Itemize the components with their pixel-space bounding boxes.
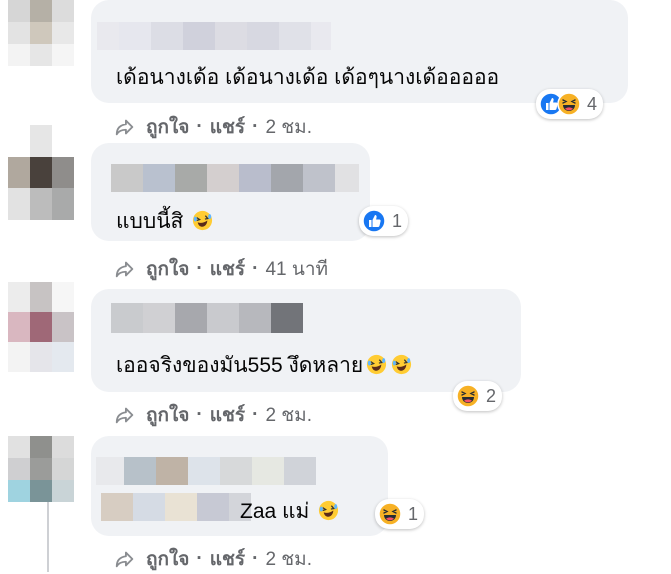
separator: ·: [252, 258, 259, 279]
comment-text: Zaa แม่: [240, 495, 340, 528]
laughing-emoji-icon: [193, 210, 213, 231]
avatar[interactable]: [8, 436, 74, 502]
share-link[interactable]: แชร์: [210, 112, 245, 142]
share-link[interactable]: แชร์: [210, 400, 245, 430]
haha-reaction-icon: [456, 384, 480, 408]
share-icon: [115, 551, 134, 568]
comment-text: แบบนี้สิ: [116, 205, 214, 238]
author-name[interactable]: [111, 164, 359, 192]
comment-bubble: แบบนี้สิ: [91, 143, 370, 241]
separator: ·: [196, 404, 203, 425]
comment-actions: ถูกใจ · แชร์ · 2 ชม.: [114, 544, 312, 574]
avatar[interactable]: [8, 125, 74, 220]
separator: ·: [252, 404, 259, 425]
comment-actions: ถูกใจ · แชร์ · 41 นาที: [114, 254, 328, 284]
laughing-emoji-icon: [319, 500, 339, 521]
author-name[interactable]: [96, 457, 316, 485]
like-link[interactable]: ถูกใจ: [146, 112, 189, 142]
like-reaction-icon: [362, 209, 386, 233]
laughing-emoji-icon: [367, 354, 387, 375]
like-link[interactable]: ถูกใจ: [146, 254, 189, 284]
separator: ·: [196, 258, 203, 279]
reaction-summary[interactable]: 1: [375, 499, 425, 529]
separator: ·: [252, 548, 259, 569]
reaction-count: 1: [408, 503, 419, 524]
thread-line: [47, 502, 49, 572]
author-name[interactable]: [111, 303, 303, 333]
timestamp-link[interactable]: 2 ชม.: [265, 112, 312, 142]
author-name[interactable]: [97, 22, 331, 50]
laughing-emoji-icon: [392, 354, 412, 375]
timestamp-link[interactable]: 2 ชม.: [265, 400, 312, 430]
reaction-summary[interactable]: 4: [536, 89, 604, 119]
share-link[interactable]: แชร์: [210, 254, 245, 284]
separator: ·: [196, 548, 203, 569]
separator: ·: [252, 116, 259, 137]
reaction-summary[interactable]: 1: [359, 206, 409, 236]
comment-bubble: Zaa แม่: [91, 436, 388, 536]
reaction-count: 1: [392, 210, 403, 231]
comment-text: เด้อนางเด้อ เด้อนางเด้อ เด้อๆนางเด้อออออ: [116, 66, 500, 89]
separator: ·: [196, 116, 203, 137]
reaction-count: 4: [587, 93, 598, 114]
haha-reaction-icon: [378, 502, 402, 526]
timestamp-link[interactable]: 41 นาที: [265, 254, 328, 284]
like-link[interactable]: ถูกใจ: [146, 400, 189, 430]
comment-bubble: เออจริงของมัน555 งึดหลาย: [91, 289, 521, 392]
avatar[interactable]: [8, 282, 74, 372]
like-link[interactable]: ถูกใจ: [146, 544, 189, 574]
share-icon: [115, 261, 134, 278]
comment-text: เออจริงของมัน555 งึดหลาย: [116, 349, 413, 382]
share-icon: [115, 407, 134, 424]
timestamp-link[interactable]: 2 ชม.: [265, 544, 312, 574]
share-link[interactable]: แชร์: [210, 544, 245, 574]
reaction-count: 2: [486, 385, 497, 406]
avatar[interactable]: [8, 0, 74, 66]
comment-actions: ถูกใจ · แชร์ · 2 ชม.: [114, 400, 312, 430]
comment-actions: ถูกใจ · แชร์ · 2 ชม.: [114, 112, 312, 142]
share-icon: [115, 119, 134, 136]
reaction-summary[interactable]: 2: [453, 381, 503, 411]
mention-tag[interactable]: [101, 493, 251, 521]
comment-bubble: เด้อนางเด้อ เด้อนางเด้อ เด้อๆนางเด้อออออ: [91, 0, 628, 103]
haha-reaction-icon: [557, 92, 581, 116]
